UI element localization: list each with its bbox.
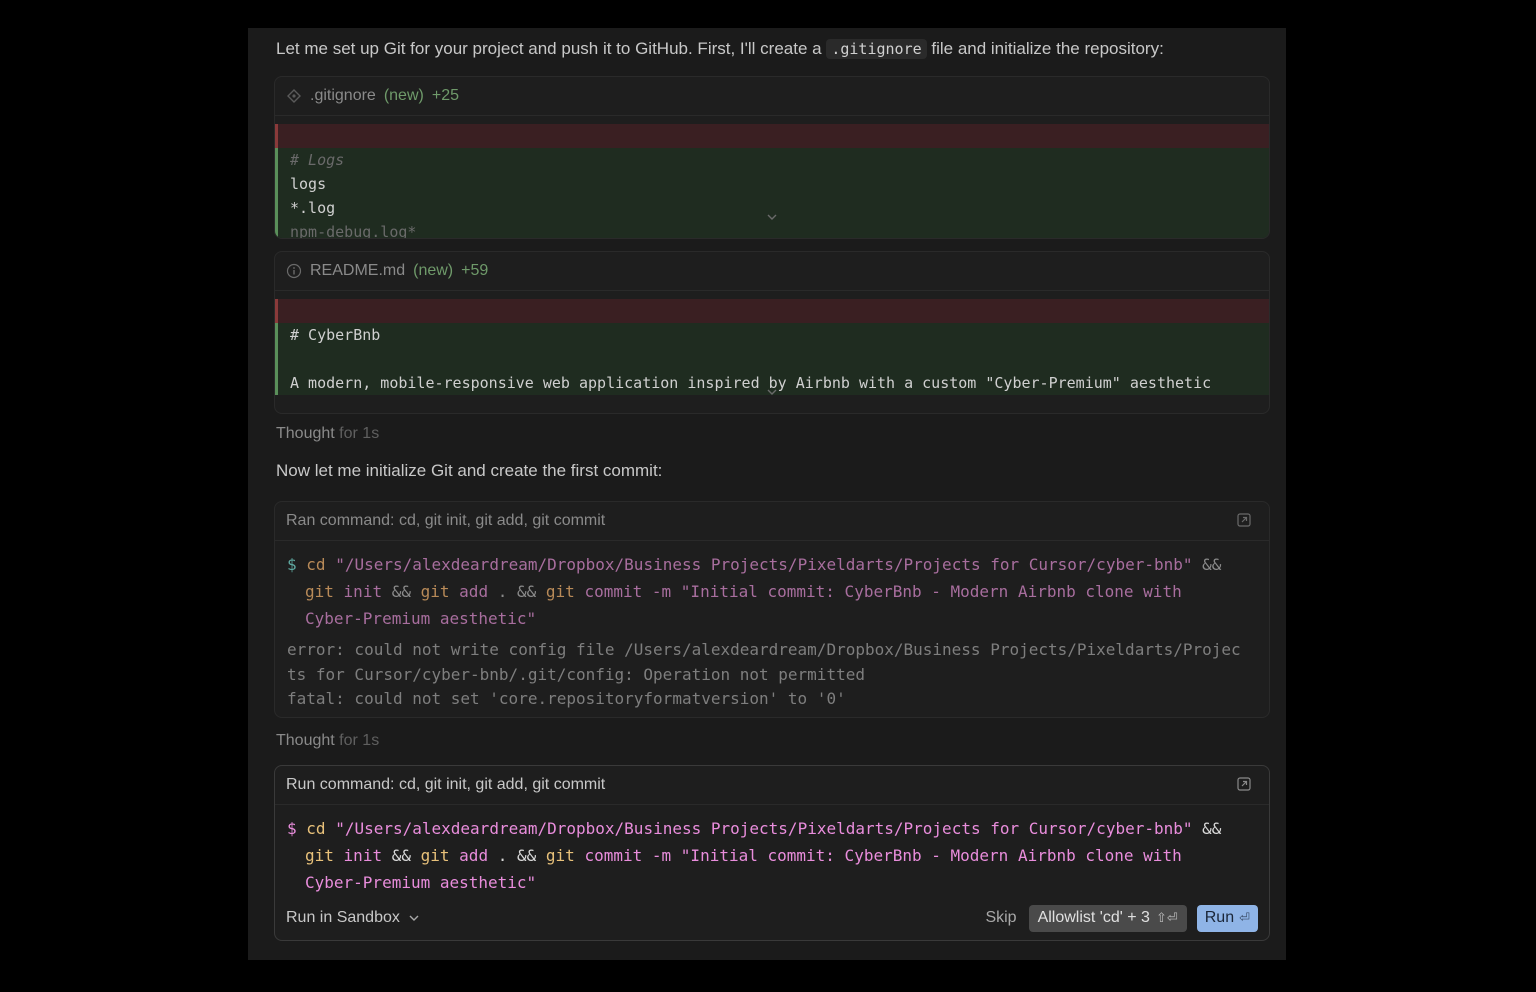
diff-view: # Logs logs *.log npm-debug.log* — [275, 116, 1269, 238]
cmd-token: commit — [584, 846, 643, 865]
assistant-message-intro: Let me set up Git for your project and p… — [276, 39, 1164, 59]
diff-line: # Logs — [275, 148, 1269, 172]
enter-shortcut-icon: ⏎ — [1239, 910, 1250, 925]
open-external-icon[interactable] — [1237, 513, 1251, 527]
command-title: Run command: cd, git init, git add, git … — [286, 776, 606, 793]
cmd-token: Cyber-Premium aesthetic" — [305, 609, 537, 628]
cmd-token: git — [305, 582, 334, 601]
cmd-token: && — [517, 582, 537, 601]
shift-enter-shortcut-icon: ⇧⏎ — [1155, 910, 1178, 925]
readme-file-card[interactable]: README.md (new) +59 # CyberBnb A modern,… — [274, 251, 1270, 414]
run-button[interactable]: Run ⏎ — [1196, 904, 1258, 932]
run-label: Run — [1204, 909, 1235, 926]
command-actions: Run in Sandbox Skip Allowlist 'cd' + 3 ⇧… — [275, 896, 1269, 940]
cmd-token: init — [343, 846, 383, 865]
chevron-down-icon — [409, 915, 419, 921]
thought-label: Thought — [276, 732, 335, 749]
file-name: .gitignore — [310, 87, 376, 104]
cmd-token: -m — [651, 846, 672, 865]
thought-label: Thought — [276, 425, 335, 442]
cmd-token: "Initial commit: CyberBnb - Modern Airbn… — [680, 846, 1182, 865]
diff-line: logs — [275, 172, 1269, 196]
readme-card-header[interactable]: README.md (new) +59 — [275, 252, 1269, 291]
cmd-token: . — [497, 582, 508, 601]
cmd-token: -m — [651, 582, 672, 601]
cmd-token: "Initial commit: CyberBnb - Modern Airbn… — [680, 582, 1182, 601]
gitignore-file-card[interactable]: .gitignore (new) +25 # Logs logs *.log n… — [274, 76, 1270, 239]
diff-line: npm-debug.log* — [275, 220, 1269, 238]
intro-text-end: file and initialize the repository: — [926, 39, 1164, 58]
cmd-token: cd — [306, 819, 326, 838]
cmd-token: cd — [306, 555, 326, 574]
thought-indicator[interactable]: Thought for 1s — [276, 425, 379, 443]
additions-count: +25 — [431, 87, 459, 104]
run-command-card: Run command: cd, git init, git add, git … — [274, 765, 1270, 941]
shell-prompt: $ — [287, 555, 297, 574]
chevron-down-icon[interactable] — [765, 387, 779, 397]
cmd-token: && — [1202, 555, 1222, 574]
file-name: README.md — [310, 262, 406, 279]
open-external-icon[interactable] — [1237, 777, 1251, 791]
diff-view: # CyberBnb A modern, mobile-responsive w… — [275, 291, 1269, 395]
thought-duration: for 1s — [339, 425, 380, 442]
cmd-token: && — [517, 846, 537, 865]
file-status: (new) — [413, 262, 454, 279]
additions-count: +59 — [461, 262, 489, 279]
cmd-token: git — [420, 582, 450, 601]
diff-line — [275, 347, 1269, 371]
intro-text: Let me set up Git for your project and p… — [276, 39, 827, 58]
run-in-sandbox-dropdown[interactable]: Run in Sandbox — [286, 909, 420, 927]
output-line: fatal: could not set 'core.repositoryfor… — [287, 689, 846, 708]
thought-indicator[interactable]: Thought for 1s — [276, 732, 379, 750]
run-command-header: Run command: cd, git init, git add, git … — [275, 766, 1269, 805]
cmd-token: commit — [584, 582, 643, 601]
command-output: error: could not write config file /User… — [275, 632, 1269, 712]
ran-command-header: Ran command: cd, git init, git add, git … — [275, 502, 1269, 541]
cmd-token: "/Users/alexdeardream/Dropbox/Business P… — [335, 555, 1193, 574]
thought-duration: for 1s — [339, 732, 380, 749]
cmd-token: && — [391, 582, 411, 601]
file-status: (new) — [383, 87, 424, 104]
cmd-token: Cyber-Premium aesthetic" — [305, 873, 537, 892]
diff-line: # CyberBnb — [275, 323, 1269, 347]
skip-button[interactable]: Skip — [983, 909, 1018, 927]
cmd-token: . — [497, 846, 508, 865]
diff-line-removed — [275, 299, 1269, 323]
allowlist-button[interactable]: Allowlist 'cd' + 3 ⇧⏎ — [1028, 904, 1187, 932]
output-line: ts for Cursor/cyber-bnb/.git/config: Ope… — [287, 664, 865, 684]
cmd-token: init — [343, 582, 383, 601]
output-line: error: could not write config file /User… — [287, 640, 1241, 659]
chevron-down-icon[interactable] — [765, 212, 779, 222]
sandbox-label: Run in Sandbox — [286, 909, 400, 926]
command-text: $ cd "/Users/alexdeardream/Dropbox/Busin… — [275, 541, 1269, 632]
command-text: $ cd "/Users/alexdeardream/Dropbox/Busin… — [275, 805, 1269, 896]
cmd-token: add — [459, 582, 489, 601]
cmd-token: add — [459, 846, 489, 865]
chat-panel: Let me set up Git for your project and p… — [248, 28, 1286, 960]
gitignore-card-header[interactable]: .gitignore (new) +25 — [275, 77, 1269, 116]
cmd-token: git — [545, 582, 575, 601]
cmd-token: git — [305, 846, 334, 865]
ran-command-card: Ran command: cd, git init, git add, git … — [274, 501, 1270, 718]
info-icon — [286, 263, 302, 279]
command-title: Ran command: cd, git init, git add, git … — [286, 512, 606, 529]
diff-line-removed — [275, 124, 1269, 148]
cmd-token: "/Users/alexdeardream/Dropbox/Business P… — [335, 819, 1193, 838]
inline-code: .gitignore — [826, 39, 927, 59]
assistant-message: Now let me initialize Git and create the… — [276, 461, 663, 480]
cmd-token: && — [391, 846, 411, 865]
git-diamond-icon — [286, 88, 302, 104]
shell-prompt: $ — [287, 819, 297, 838]
cmd-token: git — [545, 846, 575, 865]
cmd-token: && — [1202, 819, 1222, 838]
allowlist-label: Allowlist 'cd' + 3 — [1037, 909, 1150, 926]
cmd-token: git — [420, 846, 450, 865]
